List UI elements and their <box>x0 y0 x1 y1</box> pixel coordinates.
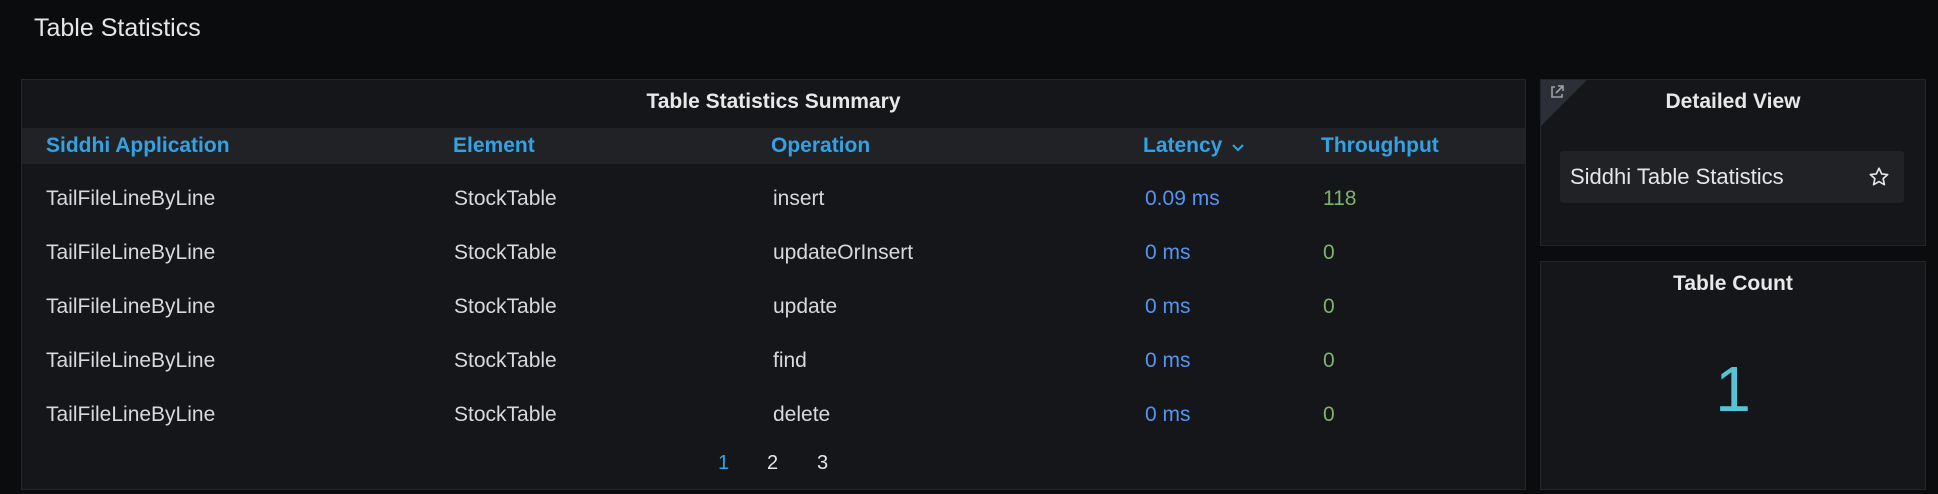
cell-operation: find <box>773 349 807 372</box>
pagination: 1 2 3 <box>22 452 1525 482</box>
cell-throughput: 0 <box>1323 349 1335 372</box>
cell-latency: 0 ms <box>1145 349 1191 372</box>
column-header-siddhi-application[interactable]: Siddhi Application <box>46 128 230 164</box>
cell-operation: delete <box>773 403 831 426</box>
column-header-operation[interactable]: Operation <box>771 128 870 164</box>
chevron-down-icon <box>1232 128 1245 164</box>
panel-title: Detailed View <box>1665 90 1801 113</box>
cell-latency: 0 ms <box>1145 403 1191 426</box>
cell-throughput: 0 <box>1323 241 1335 264</box>
cell-siddhi-application: TailFileLineByLine <box>46 403 216 426</box>
cell-element: StockTable <box>454 187 557 210</box>
panel-title: Table Count <box>1673 272 1793 295</box>
panel-title: Table Statistics Summary <box>646 90 901 113</box>
dashboard-link-label: Siddhi Table Statistics <box>1570 164 1784 189</box>
column-header-latency-label: Latency <box>1143 134 1223 157</box>
cell-throughput: 0 <box>1323 295 1335 318</box>
cell-latency: 0 ms <box>1145 295 1191 318</box>
table-row: TailFileLineByLine StockTable update 0 m… <box>22 280 1525 334</box>
table-header: Siddhi Application Element Operation Lat… <box>22 128 1525 164</box>
stat-value: 1 <box>1715 353 1751 425</box>
cell-operation: update <box>773 295 838 318</box>
page-3-link[interactable]: 3 <box>817 452 828 475</box>
cell-element: StockTable <box>454 403 557 426</box>
column-header-element[interactable]: Element <box>453 128 535 164</box>
cell-operation: updateOrInsert <box>773 241 914 264</box>
column-header-latency[interactable]: Latency <box>1143 128 1245 164</box>
table-row: TailFileLineByLine StockTable updateOrIn… <box>22 226 1525 280</box>
cell-siddhi-application: TailFileLineByLine <box>46 349 216 372</box>
column-header-throughput[interactable]: Throughput <box>1321 128 1439 164</box>
cell-siddhi-application: TailFileLineByLine <box>46 187 216 210</box>
table-row: TailFileLineByLine StockTable find 0 ms … <box>22 334 1525 388</box>
page-2-link[interactable]: 2 <box>767 452 778 475</box>
table-row: TailFileLineByLine StockTable insert 0.0… <box>22 172 1525 226</box>
cell-element: StockTable <box>454 295 557 318</box>
cell-latency: 0.09 ms <box>1145 187 1220 210</box>
row-title: Table Statistics <box>34 14 201 42</box>
table-count-panel: Table Count 1 <box>1540 261 1926 490</box>
cell-throughput: 118 <box>1323 187 1357 210</box>
table-row: TailFileLineByLine StockTable delete 0 m… <box>22 388 1525 442</box>
detailed-view-panel: Detailed View Siddhi Table Statistics <box>1540 79 1926 246</box>
star-icon[interactable] <box>1868 166 1890 193</box>
cell-siddhi-application: TailFileLineByLine <box>46 295 216 318</box>
cell-throughput: 0 <box>1323 403 1335 426</box>
page-1-link[interactable]: 1 <box>718 452 729 475</box>
cell-siddhi-application: TailFileLineByLine <box>46 241 216 264</box>
cell-element: StockTable <box>454 241 557 264</box>
cell-latency: 0 ms <box>1145 241 1191 264</box>
dashboard-link-siddhi-table-statistics[interactable]: Siddhi Table Statistics <box>1560 151 1904 203</box>
cell-element: StockTable <box>454 349 557 372</box>
table-statistics-summary-panel: Table Statistics Summary Siddhi Applicat… <box>21 79 1526 490</box>
cell-operation: insert <box>773 187 825 210</box>
